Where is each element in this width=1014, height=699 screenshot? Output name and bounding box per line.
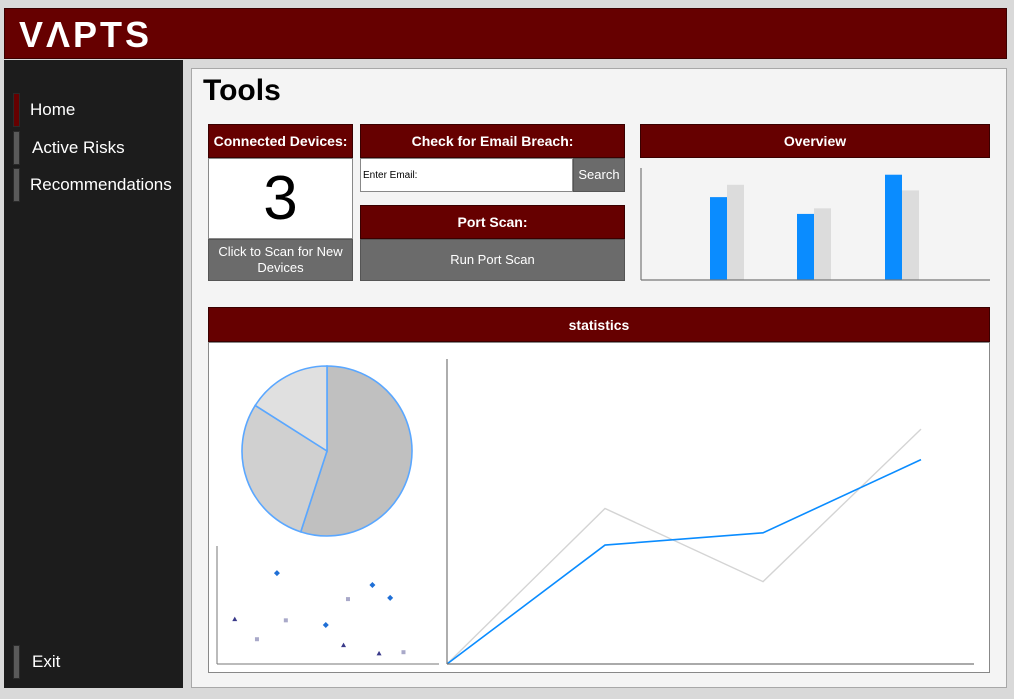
scatter-point [401,650,406,655]
nav-indicator [13,645,20,679]
app-logo: VΛPTS [19,14,153,55]
page-title: Tools [203,74,281,107]
bar [885,174,902,280]
scatter-point [376,650,382,656]
scatter-point [254,637,259,642]
email-input[interactable]: Enter Email: [360,158,573,192]
scatter-point [341,642,347,648]
connected-devices-header: Connected Devices: [208,124,353,158]
sidebar-item-label: Home [30,100,76,119]
sidebar-item-exit[interactable]: Exit [13,645,60,679]
overview-bar-chart [640,168,990,281]
bar [727,184,744,280]
nav-indicator [13,168,20,202]
device-count-box: 3 [208,158,353,239]
series-line [446,428,922,665]
sidebar: Home Active Risks Recommendations Exit [4,60,183,688]
series-line [446,458,922,665]
sidebar-item-label: Recommendations [30,175,172,194]
main-panel: Tools Connected Devices: 3 Click to Scan… [191,68,1007,688]
scatter-point [322,622,329,629]
device-count: 3 [263,163,298,233]
bar [814,208,831,280]
nav-indicator [13,131,20,165]
overview-header: Overview [640,124,990,158]
sidebar-item-active-risks[interactable]: Active Risks [13,131,125,165]
bar [710,197,727,280]
scatter-point [369,581,376,588]
statistics-charts [216,359,974,665]
active-indicator [13,93,20,127]
bar [797,213,814,280]
scatter-point [232,616,238,622]
scatter-point [345,597,350,602]
statistics-body [208,342,990,673]
sidebar-item-recommendations[interactable]: Recommendations [13,168,172,202]
scatter-point [273,570,280,577]
port-scan-header: Port Scan: [360,205,625,239]
scatter-point [387,594,394,601]
app-header: VΛPTS [4,8,1007,59]
search-button[interactable]: Search [573,158,625,192]
run-port-scan-button[interactable]: Run Port Scan [360,239,625,281]
sidebar-item-label: Active Risks [32,138,125,157]
email-breach-header: Check for Email Breach: [360,124,625,158]
sidebar-item-label: Exit [32,652,61,671]
statistics-header: statistics [208,307,990,342]
scan-devices-button[interactable]: Click to Scan for New Devices [208,239,353,281]
bar [902,190,919,280]
scatter-point [283,618,288,623]
email-input-value: Enter Email: [363,169,418,181]
sidebar-item-home[interactable]: Home [13,93,75,127]
